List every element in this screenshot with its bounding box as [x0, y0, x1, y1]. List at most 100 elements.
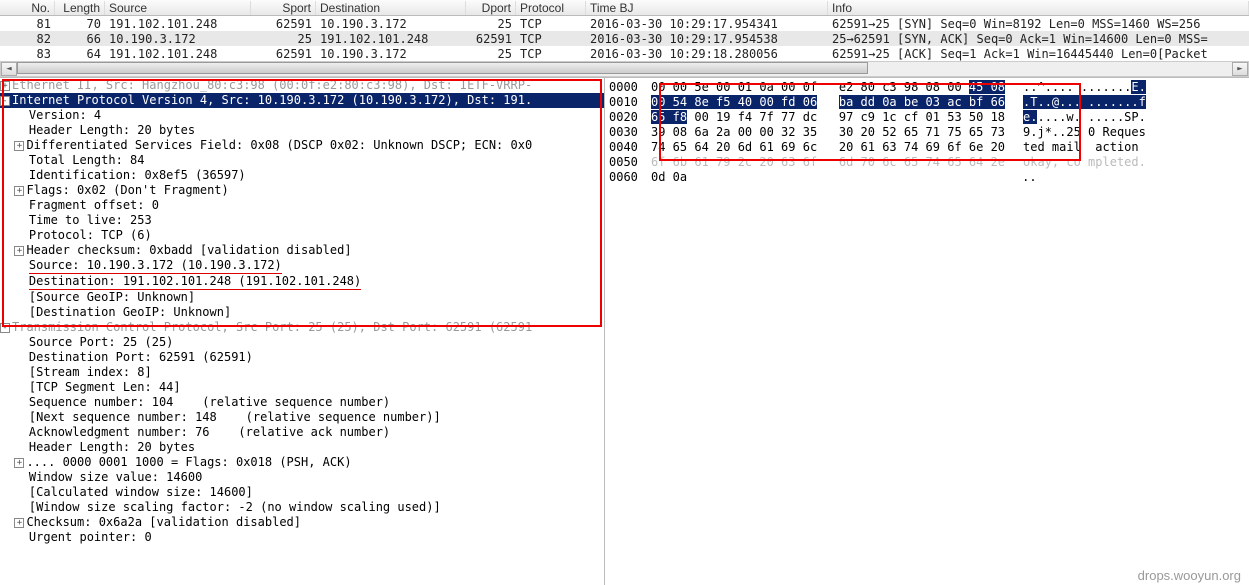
hex-row[interactable]: 001000 54 8e f5 40 00 fd 06 ba dd 0a be …	[609, 95, 1245, 110]
hex-ascii: ..^.... .......E.	[1005, 80, 1146, 95]
tree-ip-flags[interactable]: +Flags: 0x02 (Don't Fragment)	[0, 183, 604, 198]
tree-ip-proto[interactable]: Protocol: TCP (6)	[0, 228, 604, 243]
hex-offset: 0000	[609, 80, 651, 95]
hex-offset: 0040	[609, 140, 651, 155]
scroll-right-icon[interactable]: ►	[1232, 62, 1248, 76]
scroll-left-icon[interactable]: ◄	[1, 62, 17, 76]
col-hdr-source[interactable]: Source	[105, 1, 251, 15]
cell-src: 191.102.101.248	[105, 47, 251, 61]
tree-ip-id[interactable]: Identification: 0x8ef5 (36597)	[0, 168, 604, 183]
tree-ip-fragoff[interactable]: Fragment offset: 0	[0, 198, 604, 213]
tree-ip-sgeo[interactable]: [Source GeoIP: Unknown]	[0, 290, 604, 305]
tree-tcp-stream[interactable]: [Stream index: 8]	[0, 365, 604, 380]
expand-icon[interactable]: +	[14, 518, 24, 528]
collapse-icon[interactable]: -	[0, 96, 10, 106]
hex-ascii: ..	[687, 170, 1036, 185]
packet-row[interactable]: 83 64 191.102.101.248 62591 10.190.3.172…	[0, 46, 1249, 61]
tree-tcp-nseq[interactable]: [Next sequence number: 148 (relative seq…	[0, 410, 604, 425]
hex-offset: 0010	[609, 95, 651, 110]
cell-dst: 10.190.3.172	[316, 17, 466, 31]
cell-proto: TCP	[516, 47, 586, 61]
cell-info: 62591→25 [ACK] Seq=1 Ack=1 Win=16445440 …	[828, 47, 1249, 61]
cell-sport: 62591	[251, 47, 316, 61]
hex-ascii: ted mail action	[1005, 140, 1146, 155]
tree-tcp-seq[interactable]: Sequence number: 104 (relative sequence …	[0, 395, 604, 410]
cell-proto: TCP	[516, 17, 586, 31]
cell-no: 83	[0, 47, 55, 61]
hex-bytes: 39 08 6a 2a 00 00 32 35 30 20 52 65 71 7…	[651, 125, 1005, 140]
cell-info: 62591→25 [SYN] Seq=0 Win=8192 Len=0 MSS=…	[828, 17, 1249, 31]
col-hdr-info[interactable]: Info	[828, 1, 1249, 15]
col-hdr-time[interactable]: Time BJ	[586, 1, 828, 15]
expand-icon[interactable]: +	[14, 141, 24, 151]
tree-ip-header[interactable]: -Internet Protocol Version 4, Src: 10.19…	[0, 93, 604, 108]
tree-tcp-win[interactable]: Window size value: 14600	[0, 470, 604, 485]
scroll-track[interactable]	[17, 62, 1232, 76]
cell-len: 66	[55, 32, 105, 46]
col-hdr-length[interactable]: Length	[55, 1, 105, 15]
packet-row[interactable]: 82 66 10.190.3.172 25 191.102.101.248 62…	[0, 31, 1249, 46]
watermark: drops.wooyun.org	[1138, 568, 1241, 583]
cell-proto: TCP	[516, 32, 586, 46]
col-hdr-destination[interactable]: Destination	[316, 1, 466, 15]
hex-offset: 0060	[609, 170, 651, 185]
packet-row[interactable]: 81 70 191.102.101.248 62591 10.190.3.172…	[0, 16, 1249, 31]
expand-icon[interactable]: +	[0, 81, 10, 91]
tree-tcp-ack[interactable]: Acknowledgment number: 76 (relative ack …	[0, 425, 604, 440]
tree-ip-version[interactable]: Version: 4	[0, 108, 604, 123]
col-hdr-no[interactable]: No.	[0, 1, 55, 15]
tree-ip-totlen[interactable]: Total Length: 84	[0, 153, 604, 168]
tree-tcp-seglen[interactable]: [TCP Segment Len: 44]	[0, 380, 604, 395]
hex-row[interactable]: 004074 65 64 20 6d 61 69 6c 20 61 63 74 …	[609, 140, 1245, 155]
hex-row[interactable]: 00506f 6b 61 79 2c 20 63 6f 6d 70 6c 65 …	[609, 155, 1245, 170]
expand-icon[interactable]: +	[14, 186, 24, 196]
expand-icon[interactable]: +	[14, 246, 24, 256]
tree-tcp-header[interactable]: -Transmission Control Protocol, Src Port…	[0, 320, 604, 335]
tree-tcp-urg[interactable]: Urgent pointer: 0	[0, 530, 604, 545]
cell-info: 25→62591 [SYN, ACK] Seq=0 Ack=1 Win=1460…	[828, 32, 1249, 46]
packet-list-hscroll[interactable]: ◄ ►	[0, 61, 1249, 77]
hex-row[interactable]: 000000 00 5e 00 01 0a 00 0f e2 80 c3 98 …	[609, 80, 1245, 95]
expand-icon[interactable]: +	[14, 458, 24, 468]
scroll-thumb[interactable]	[17, 62, 868, 74]
cell-src: 191.102.101.248	[105, 17, 251, 31]
tree-ip-dgeo[interactable]: [Destination GeoIP: Unknown]	[0, 305, 604, 320]
hex-bytes: 0d 0a	[651, 170, 687, 185]
collapse-icon[interactable]: -	[0, 323, 10, 333]
hex-ascii: e.....w. .....SP.	[1005, 110, 1146, 125]
hex-bytes: 74 65 64 20 6d 61 69 6c 20 61 63 74 69 6…	[651, 140, 1005, 155]
cell-len: 70	[55, 17, 105, 31]
col-hdr-dport[interactable]: Dport	[466, 1, 516, 15]
hex-bytes: 00 54 8e f5 40 00 fd 06 ba dd 0a be 03 a…	[651, 95, 1005, 110]
col-hdr-sport[interactable]: Sport	[251, 1, 316, 15]
tree-tcp-cksum[interactable]: +Checksum: 0x6a2a [validation disabled]	[0, 515, 604, 530]
cell-len: 64	[55, 47, 105, 61]
cell-time: 2016-03-30 10:29:17.954341	[586, 17, 828, 31]
cell-no: 81	[0, 17, 55, 31]
hex-row[interactable]: 003039 08 6a 2a 00 00 32 35 30 20 52 65 …	[609, 125, 1245, 140]
packet-list-header: No. Length Source Sport Destination Dpor…	[0, 0, 1249, 16]
tree-ip-ttl[interactable]: Time to live: 253	[0, 213, 604, 228]
hex-offset: 0050	[609, 155, 651, 170]
col-hdr-protocol[interactable]: Protocol	[516, 1, 586, 15]
tree-ip-dsf[interactable]: +Differentiated Services Field: 0x08 (DS…	[0, 138, 604, 153]
tree-eth[interactable]: +Ethernet II, Src: Hangzhou_80:c3:98 (00…	[0, 78, 604, 93]
hex-row[interactable]: 002065 f8 00 19 f4 7f 77 dc 97 c9 1c cf …	[609, 110, 1245, 125]
hex-row[interactable]: 00600d 0a..	[609, 170, 1245, 185]
tree-tcp-cwin[interactable]: [Calculated window size: 14600]	[0, 485, 604, 500]
tree-ip-hlen[interactable]: Header Length: 20 bytes	[0, 123, 604, 138]
cell-dport: 62591	[466, 32, 516, 46]
hex-offset: 0030	[609, 125, 651, 140]
tree-tcp-sport[interactable]: Source Port: 25 (25)	[0, 335, 604, 350]
tree-ip-dst[interactable]: Destination: 191.102.101.248 (191.102.10…	[0, 274, 604, 290]
hex-offset: 0020	[609, 110, 651, 125]
tree-tcp-flags[interactable]: +.... 0000 0001 1000 = Flags: 0x018 (PSH…	[0, 455, 604, 470]
tree-ip-src[interactable]: Source: 10.190.3.172 (10.190.3.172)	[0, 258, 604, 274]
cell-sport: 62591	[251, 17, 316, 31]
tree-tcp-hlen[interactable]: Header Length: 20 bytes	[0, 440, 604, 455]
tree-tcp-wscale[interactable]: [Window size scaling factor: -2 (no wind…	[0, 500, 604, 515]
tree-ip-cksum[interactable]: +Header checksum: 0xbadd [validation dis…	[0, 243, 604, 258]
cell-no: 82	[0, 32, 55, 46]
tree-tcp-dport[interactable]: Destination Port: 62591 (62591)	[0, 350, 604, 365]
hex-ascii: 9.j*..25 0 Reques	[1005, 125, 1146, 140]
